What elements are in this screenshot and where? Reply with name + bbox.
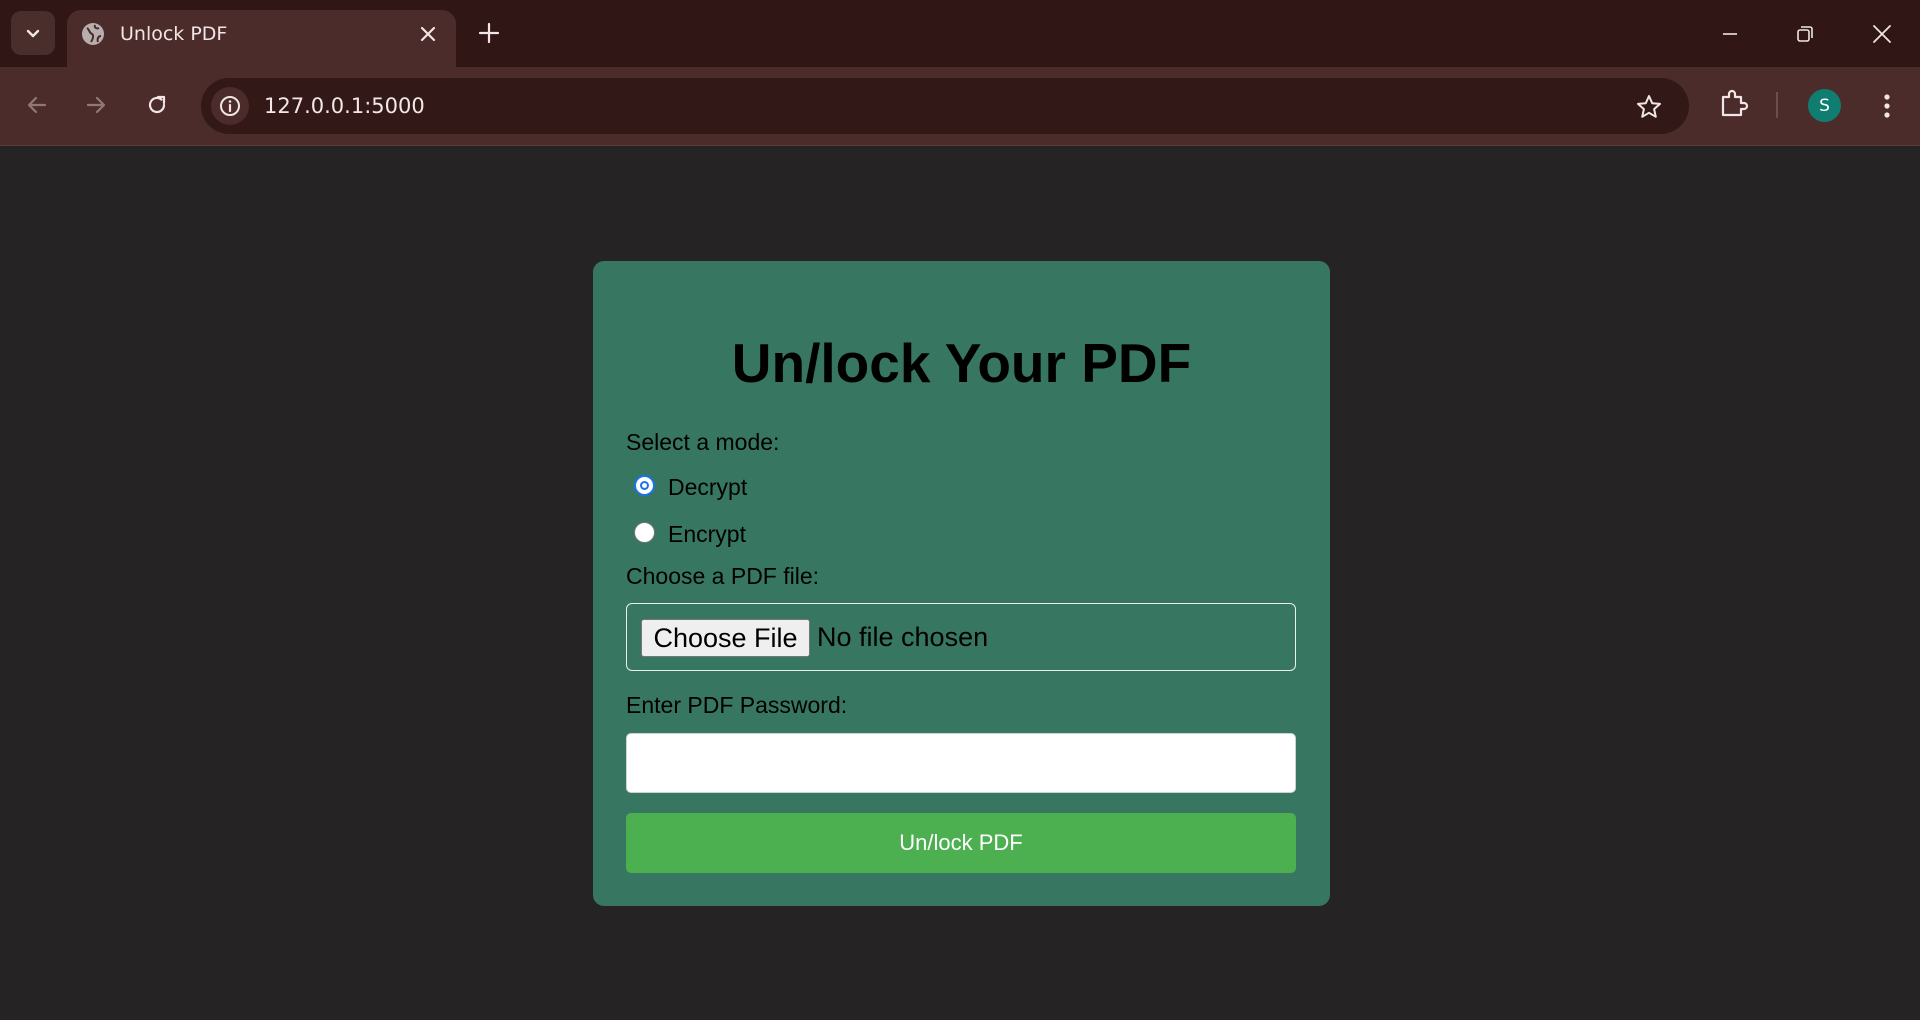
tab-strip: Unlock PDF	[0, 0, 1920, 67]
choose-file-button[interactable]: Choose File	[641, 619, 810, 657]
mode-label: Select a mode:	[626, 429, 780, 455]
unlock-pdf-button[interactable]: Un/lock PDF	[626, 813, 1296, 873]
arrow-left-icon	[27, 96, 47, 114]
back-button[interactable]	[17, 85, 57, 125]
encrypt-label[interactable]: Encrypt	[668, 521, 746, 548]
restore-button[interactable]	[1785, 14, 1825, 54]
globe-icon	[82, 23, 104, 45]
password-input[interactable]	[626, 733, 1296, 793]
toolbar-divider	[1776, 92, 1778, 118]
restore-icon	[1797, 26, 1813, 42]
encrypt-radio[interactable]	[634, 522, 655, 543]
toolbar-border	[0, 145, 1920, 146]
password-label: Enter PDF Password:	[626, 692, 848, 718]
reload-icon	[148, 95, 166, 114]
page-title: Un/lock Your PDF	[731, 332, 1192, 394]
tab-title: Unlock PDF	[120, 23, 228, 45]
file-label: Choose a PDF file:	[626, 563, 820, 589]
plus-icon[interactable]	[476, 20, 502, 46]
close-icon	[1873, 25, 1891, 43]
info-icon	[220, 96, 240, 116]
site-info-button[interactable]	[211, 87, 249, 125]
browser-toolbar: 127.0.0.1:5000	[0, 67, 1920, 145]
url-text[interactable]: 127.0.0.1:5000	[264, 94, 425, 118]
minimize-icon	[1723, 33, 1737, 35]
decrypt-label[interactable]: Decrypt	[668, 474, 747, 501]
tab-search-button[interactable]	[11, 11, 55, 55]
active-tab[interactable]: Unlock PDF	[67, 10, 456, 67]
kebab-menu-icon[interactable]	[1872, 89, 1902, 123]
profile-avatar[interactable]: S	[1808, 89, 1841, 122]
close-icon[interactable]	[416, 22, 440, 46]
forward-button[interactable]	[76, 85, 116, 125]
arrow-right-icon	[86, 96, 106, 114]
reload-button[interactable]	[137, 85, 177, 125]
star-icon[interactable]	[1635, 93, 1663, 121]
chevron-down-icon	[26, 29, 40, 38]
file-input[interactable]: Choose File No file chosen	[626, 603, 1296, 671]
address-bar[interactable]: 127.0.0.1:5000	[201, 78, 1689, 134]
file-status: No file chosen	[817, 622, 989, 652]
minimize-button[interactable]	[1710, 14, 1750, 54]
decrypt-radio[interactable]	[634, 475, 655, 496]
close-window-button[interactable]	[1862, 14, 1902, 54]
puzzle-icon[interactable]	[1717, 87, 1751, 121]
unlock-form-card: Un/lock Your PDF Select a mode: Decrypt …	[593, 261, 1330, 906]
